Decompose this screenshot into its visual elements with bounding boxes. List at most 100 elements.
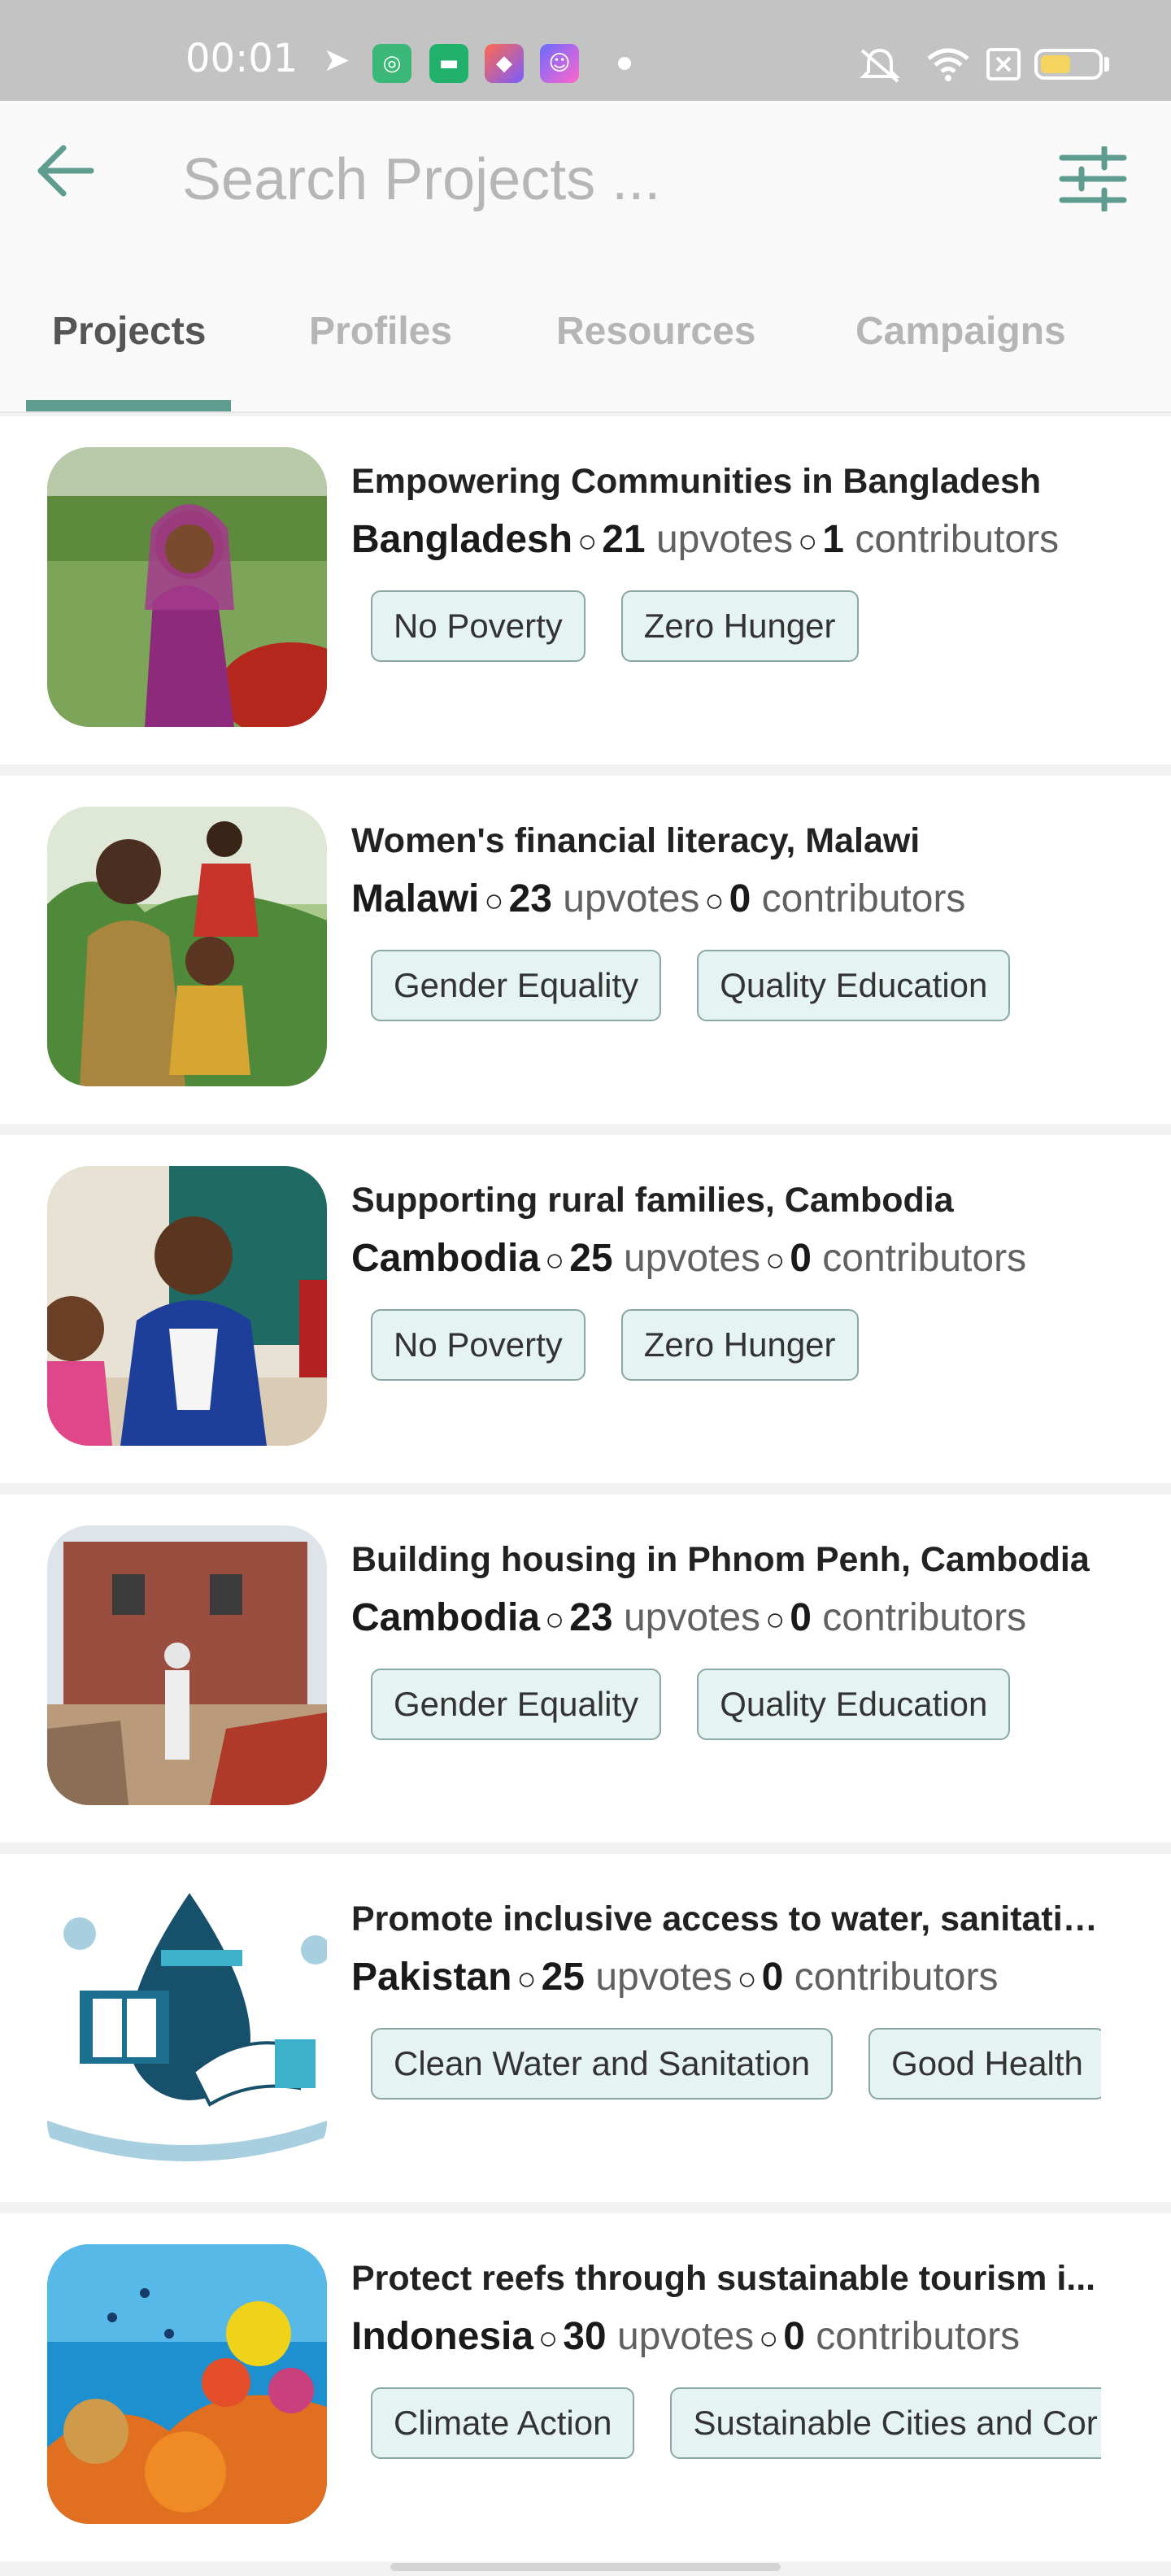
back-arrow-icon[interactable] bbox=[33, 138, 98, 203]
project-title: Women's financial literacy, Malawi bbox=[351, 821, 921, 860]
tag-list: Clean Water and Sanitation Good Health bbox=[371, 2028, 1101, 2103]
app-notification-icon: ◆ bbox=[485, 44, 524, 83]
project-title: Building housing in Phnom Penh, Cambodia bbox=[351, 1540, 1090, 1579]
search-input[interactable] bbox=[182, 143, 963, 216]
upvotes-label: upvotes bbox=[563, 877, 700, 920]
sdg-tag[interactable]: No Poverty bbox=[371, 590, 586, 662]
project-card[interactable]: Empowering Communities in Bangladesh Ban… bbox=[0, 416, 1171, 764]
contributors-label: contributors bbox=[816, 2315, 1021, 2358]
app-notification-icon: ☺ bbox=[540, 44, 579, 83]
separator-circle-icon: ○ bbox=[737, 1961, 757, 1997]
sdg-tag[interactable]: Good Health bbox=[868, 2028, 1101, 2100]
tab-resources[interactable]: Resources bbox=[556, 309, 755, 354]
sdg-tag[interactable]: Clean Water and Sanitation bbox=[371, 2028, 834, 2100]
project-image bbox=[47, 807, 327, 1086]
project-country: Bangladesh bbox=[351, 518, 573, 561]
sdg-tag[interactable]: No Poverty bbox=[371, 1309, 586, 1381]
app-notification-icon: ▬ bbox=[429, 44, 468, 83]
contributor-count: 0 bbox=[790, 1237, 812, 1280]
sdg-tag[interactable]: Gender Equality bbox=[371, 1669, 662, 1740]
sdg-tag[interactable]: Climate Action bbox=[371, 2387, 635, 2459]
contributor-count: 0 bbox=[729, 877, 751, 920]
project-card[interactable]: Women's financial literacy, Malawi Malaw… bbox=[0, 776, 1171, 1124]
separator-circle-icon: ○ bbox=[545, 1602, 565, 1638]
project-meta: Bangladesh ○ 21 upvotes ○ 1 contributors bbox=[351, 517, 1059, 562]
separator-circle-icon: ○ bbox=[484, 883, 504, 919]
project-image bbox=[47, 1525, 327, 1805]
tab-profiles[interactable]: Profiles bbox=[309, 309, 452, 354]
upvote-count: 21 bbox=[602, 518, 646, 561]
sdg-tag[interactable]: Zero Hunger bbox=[620, 590, 859, 662]
filter-sliders-icon[interactable] bbox=[1057, 146, 1129, 211]
project-card[interactable]: Building housing in Phnom Penh, Cambodia… bbox=[0, 1495, 1171, 1843]
telegram-icon: ➤ bbox=[323, 41, 350, 79]
project-title: Promote inclusive access to water, sanit… bbox=[351, 1899, 1099, 1939]
upvotes-label: upvotes bbox=[655, 518, 794, 561]
separator-circle-icon: ○ bbox=[765, 1242, 786, 1278]
contributor-count: 0 bbox=[790, 1596, 812, 1639]
contributors-label: contributors bbox=[822, 1237, 1027, 1280]
contributors-label: contributors bbox=[761, 877, 966, 920]
sdg-tag[interactable]: Quality Education bbox=[697, 950, 1011, 1021]
mute-icon bbox=[860, 48, 900, 83]
sdg-tag[interactable]: Quality Education bbox=[697, 1669, 1011, 1740]
project-meta: Pakistan ○ 25 upvotes ○ 0 contributors bbox=[351, 1955, 998, 1999]
wifi-icon bbox=[927, 48, 969, 81]
project-image bbox=[47, 1885, 327, 2165]
project-card[interactable]: Protect reefs through sustainable touris… bbox=[0, 2213, 1171, 2561]
app-notification-icon: ◎ bbox=[372, 44, 411, 83]
upvote-count: 30 bbox=[563, 2315, 607, 2358]
project-card[interactable]: Promote inclusive access to water, sanit… bbox=[0, 1854, 1171, 2202]
battery-tip bbox=[1104, 57, 1109, 72]
active-tab-indicator bbox=[26, 400, 231, 411]
home-indicator[interactable] bbox=[390, 2563, 781, 2571]
project-country: Pakistan bbox=[351, 1956, 512, 1999]
project-country: Indonesia bbox=[351, 2315, 534, 2358]
tag-list: Gender Equality Quality Education bbox=[371, 950, 1101, 1025]
upvote-count: 23 bbox=[569, 1596, 613, 1639]
tag-list: Climate Action Sustainable Cities and Cor bbox=[371, 2387, 1101, 2462]
contributors-label: contributors bbox=[855, 518, 1060, 561]
project-meta: Cambodia ○ 25 upvotes ○ 0 contributors bbox=[351, 1236, 1026, 1281]
project-country: Malawi bbox=[351, 877, 480, 920]
contributors-label: contributors bbox=[822, 1596, 1027, 1639]
tag-list: No Poverty Zero Hunger bbox=[371, 1309, 1101, 1384]
upvote-count: 23 bbox=[508, 877, 552, 920]
project-title: Protect reefs through sustainable touris… bbox=[351, 2259, 1096, 2298]
upvotes-label: upvotes bbox=[595, 1956, 733, 1999]
tag-list: No Poverty Zero Hunger bbox=[371, 590, 1101, 665]
separator-circle-icon: ○ bbox=[798, 524, 818, 559]
contributor-count: 0 bbox=[761, 1956, 784, 1999]
tag-list: Gender Equality Quality Education bbox=[371, 1669, 1101, 1743]
sdg-tag[interactable]: Zero Hunger bbox=[620, 1309, 859, 1381]
project-meta: Malawi ○ 23 upvotes ○ 0 contributors bbox=[351, 877, 965, 921]
project-image bbox=[47, 1166, 327, 1446]
contributor-count: 0 bbox=[783, 2315, 805, 2358]
sim-card-icon bbox=[986, 48, 1021, 80]
tab-bar: Projects Profiles Resources Campaigns bbox=[0, 293, 1171, 413]
tab-projects[interactable]: Projects bbox=[52, 309, 206, 354]
sdg-tag[interactable]: Gender Equality bbox=[371, 950, 662, 1021]
separator-circle-icon: ○ bbox=[704, 883, 725, 919]
upvotes-label: upvotes bbox=[623, 1596, 761, 1639]
sdg-tag[interactable]: Sustainable Cities and Cor bbox=[670, 2387, 1101, 2459]
tab-campaigns[interactable]: Campaigns bbox=[855, 309, 1066, 354]
project-meta: Indonesia ○ 30 upvotes ○ 0 contributors bbox=[351, 2314, 1020, 2359]
upvote-count: 25 bbox=[569, 1237, 613, 1280]
battery-icon bbox=[1034, 49, 1103, 80]
contributors-label: contributors bbox=[794, 1956, 999, 1999]
project-card[interactable]: Supporting rural families, Cambodia Camb… bbox=[0, 1135, 1171, 1483]
upvotes-label: upvotes bbox=[616, 2315, 755, 2358]
project-image bbox=[47, 2244, 327, 2524]
upvotes-label: upvotes bbox=[623, 1237, 761, 1280]
contributor-count: 1 bbox=[822, 518, 844, 561]
separator-circle-icon: ○ bbox=[765, 1602, 786, 1638]
status-time: 00:01 bbox=[185, 36, 298, 81]
separator-circle-icon: ○ bbox=[545, 1242, 565, 1278]
project-meta: Cambodia ○ 23 upvotes ○ 0 contributors bbox=[351, 1595, 1026, 1640]
separator-circle-icon: ○ bbox=[516, 1961, 537, 1997]
status-bar: 00:01 ➤ ◎ ▬ ◆ ☺ bbox=[0, 0, 1171, 101]
separator-circle-icon: ○ bbox=[577, 524, 598, 559]
project-image bbox=[47, 447, 327, 727]
more-notifications-dot-icon bbox=[618, 57, 631, 70]
